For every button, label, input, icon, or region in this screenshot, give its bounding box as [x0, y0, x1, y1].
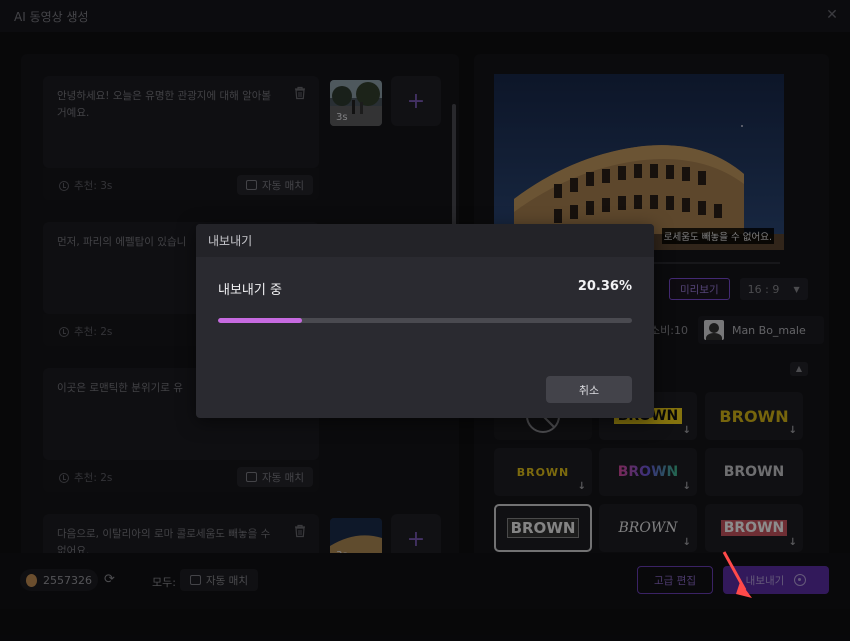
- dialog-title: 내보내기: [208, 234, 253, 248]
- cancel-button[interactable]: 취소: [546, 376, 632, 403]
- export-percent: 20.36%: [577, 279, 632, 294]
- dialog-header: 내보내기: [196, 224, 654, 257]
- export-status: 내보내기 중: [218, 283, 282, 298]
- export-progress-dialog: 내보내기 내보내기 중 20.36% 취소: [196, 224, 654, 418]
- export-progress-fill: [218, 318, 303, 323]
- export-progress-bar: [218, 318, 632, 323]
